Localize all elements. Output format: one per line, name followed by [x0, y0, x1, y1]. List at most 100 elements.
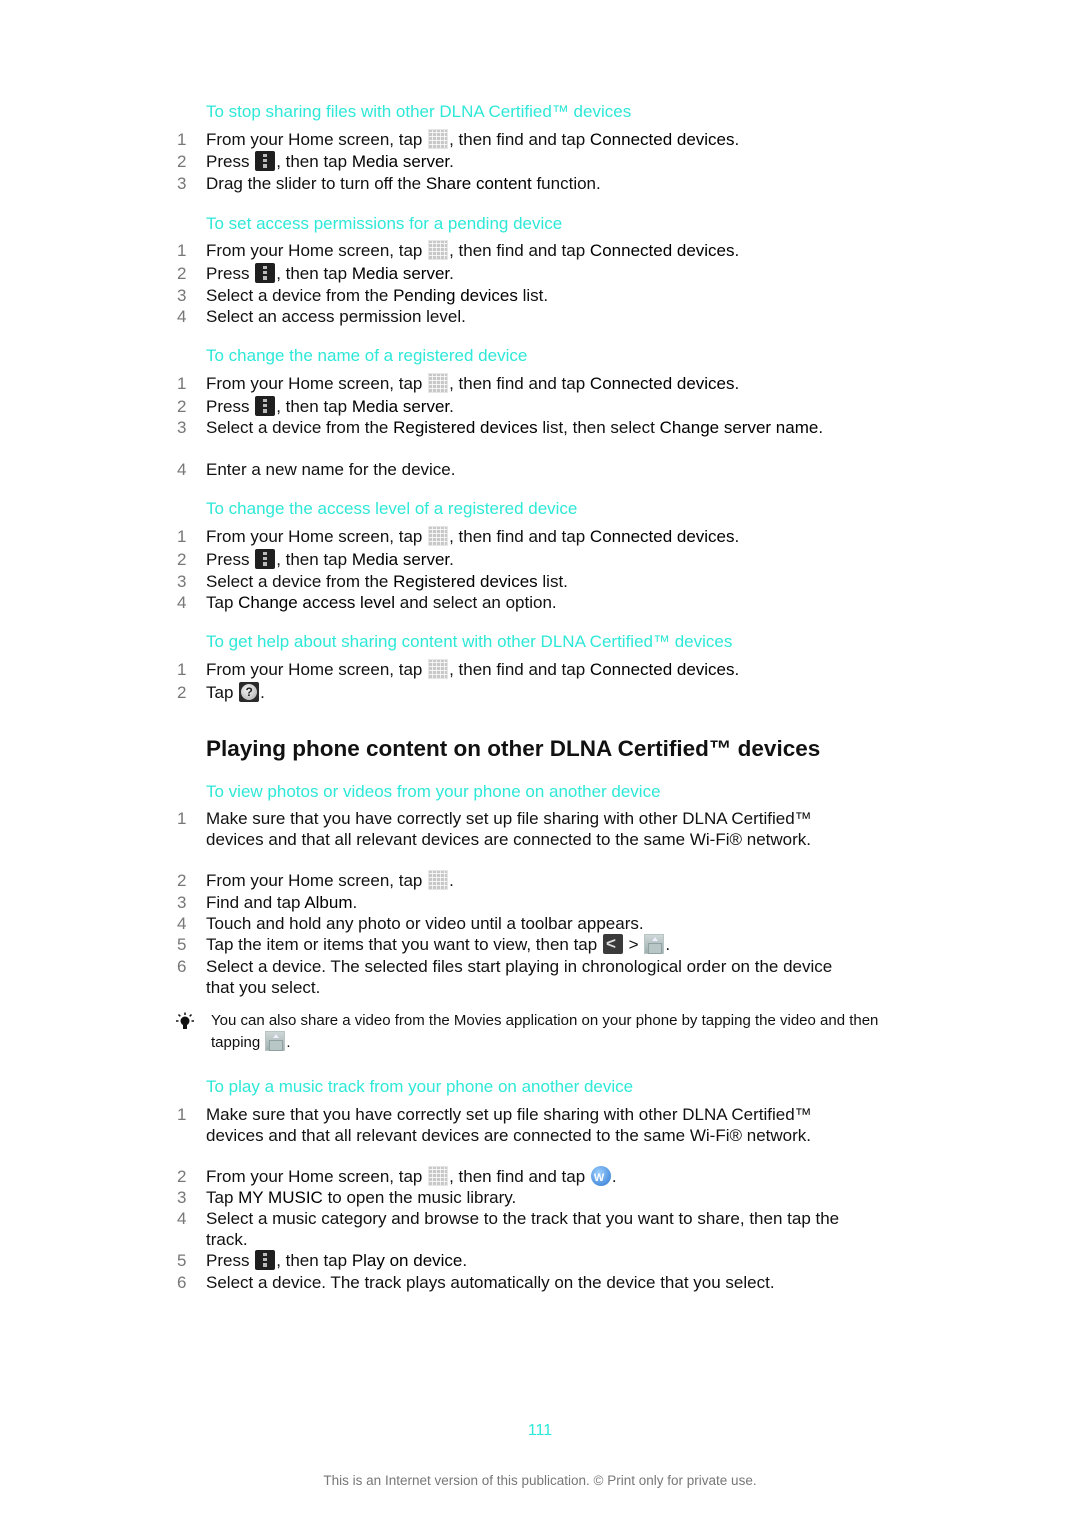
ui-term: Change server name	[659, 418, 819, 437]
step-text: Press , then tap Media server.	[206, 549, 454, 569]
ui-term: Registered devices	[393, 572, 538, 591]
step-number: 6	[177, 1273, 187, 1292]
ui-term: Share content	[425, 174, 532, 193]
ui-term: Connected devices	[589, 241, 735, 260]
step-text: Press , then tap Media server.	[206, 396, 454, 416]
menu-icon	[255, 151, 276, 171]
apps-grid-icon	[428, 1166, 449, 1186]
step-text: Tap Change access level and select an op…	[206, 593, 557, 612]
step-number: 3	[177, 174, 187, 193]
step-text: Select a device from the Registered devi…	[206, 418, 824, 437]
step-number: 5	[177, 935, 187, 954]
menu-icon	[255, 549, 276, 569]
step-text: From your Home screen, tap , then find a…	[206, 240, 740, 260]
step-number: 4	[177, 593, 187, 612]
step-number: 2	[177, 152, 187, 171]
step-number: 2	[177, 550, 187, 569]
ui-term: Media server	[351, 397, 450, 416]
step-number: 1	[177, 1105, 187, 1124]
step-text: Press , then tap Play on device.	[206, 1250, 468, 1270]
ui-term: Media server	[351, 264, 450, 283]
page-heading: Playing phone content on other DLNA Cert…	[206, 736, 821, 761]
play-on-device-icon	[644, 934, 665, 954]
section-title: To set access permissions for a pending …	[206, 214, 563, 233]
step-text: From your Home screen, tap , then find a…	[206, 659, 740, 679]
step-text: From your Home screen, tap , then find a…	[206, 373, 740, 393]
apps-grid-icon	[428, 659, 449, 679]
step-text: From your Home screen, tap , then find a…	[206, 1166, 846, 1189]
apps-grid-icon	[428, 240, 449, 260]
step-text: Select a device from the Pending devices…	[206, 286, 549, 305]
apps-grid-icon	[428, 373, 449, 393]
section-title: To change the access level of a register…	[206, 499, 578, 518]
step-number: 4	[177, 460, 187, 479]
ui-term: Play on device	[351, 1251, 463, 1270]
step-text: Tap the item or items that you want to v…	[206, 933, 846, 955]
apps-grid-icon	[428, 129, 449, 149]
ui-term: MY MUSIC	[238, 1188, 323, 1207]
step-text: Tap .	[206, 682, 846, 703]
ui-term: Media server	[351, 550, 450, 569]
step-number: 3	[177, 1188, 187, 1207]
step-text: From your Home screen, tap , then find a…	[206, 526, 740, 546]
step-text: Select an access permission level.	[206, 307, 466, 326]
ui-term: Change access level	[238, 593, 396, 612]
ui-term: Media server	[351, 152, 450, 171]
section-title: To get help about sharing content with o…	[206, 632, 733, 651]
ui-term: Album	[304, 893, 353, 912]
step-text: Press , then tap Media server.	[206, 263, 454, 283]
walkman-icon	[590, 1166, 611, 1189]
step-text: From your Home screen, tap .	[206, 870, 454, 890]
step-number: 1	[177, 241, 187, 260]
step-number: 3	[177, 418, 187, 437]
ui-term: Connected devices	[589, 527, 735, 546]
step-number: 1	[177, 660, 187, 679]
menu-icon	[255, 396, 276, 416]
step-text: Find and tap Album.	[206, 893, 358, 912]
ui-term: Connected devices	[589, 660, 735, 679]
play-on-device-icon	[265, 1031, 286, 1051]
menu-icon	[255, 1250, 276, 1270]
section-title: To change the name of a registered devic…	[206, 346, 528, 365]
ui-term: Registered devices	[393, 418, 538, 437]
manual-page: To stop sharing files with other DLNA Ce…	[0, 0, 1080, 1527]
step-text: Drag the slider to turn off the Share co…	[206, 174, 601, 193]
step-text: Tap MY MUSIC to open the music library.	[206, 1188, 517, 1207]
step-number: 1	[177, 374, 187, 393]
step-number: 4	[177, 1209, 187, 1228]
section-title: To stop sharing files with other DLNA Ce…	[206, 102, 632, 121]
menu-icon	[255, 263, 276, 283]
step-text: Press , then tap Media server.	[206, 151, 454, 171]
step-number: 6	[177, 957, 187, 976]
step-number: 2	[177, 397, 187, 416]
step-text: Select a music category and browse to th…	[206, 1209, 840, 1249]
step-text: Select a device. The track plays automat…	[206, 1273, 775, 1292]
ui-term: Connected devices	[589, 130, 735, 149]
step-number: 3	[177, 572, 187, 591]
page-number: 111	[527, 1422, 553, 1439]
apps-grid-icon	[428, 870, 449, 890]
step-text: Enter a new name for the device.	[206, 460, 456, 479]
step-text: Select a device. The selected files star…	[206, 957, 833, 997]
footer-notice: This is an Internet version of this publ…	[323, 1473, 757, 1488]
ui-term: Connected devices	[589, 374, 735, 393]
step-number: 2	[177, 871, 187, 890]
step-number: 2	[177, 683, 187, 702]
step-number: 1	[177, 527, 187, 546]
section-title: To view photos or videos from your phone…	[206, 782, 661, 801]
step-number: 2	[177, 1167, 187, 1186]
share-icon	[602, 933, 623, 954]
step-number: 3	[177, 286, 187, 305]
step-text: Touch and hold any photo or video until …	[206, 914, 644, 933]
tip-text: You can also share a video from the Movi…	[211, 1012, 879, 1051]
step-number: 1	[177, 809, 187, 828]
step-number: 3	[177, 893, 187, 912]
apps-grid-icon	[428, 526, 449, 546]
help-icon	[239, 682, 260, 702]
lightbulb-icon	[176, 1012, 194, 1029]
step-number: 5	[177, 1251, 187, 1270]
step-text: Select a device from the Registered devi…	[206, 572, 568, 591]
step-number: 4	[177, 914, 187, 933]
step-text: From your Home screen, tap , then find a…	[206, 129, 740, 149]
step-number: 4	[177, 307, 187, 326]
